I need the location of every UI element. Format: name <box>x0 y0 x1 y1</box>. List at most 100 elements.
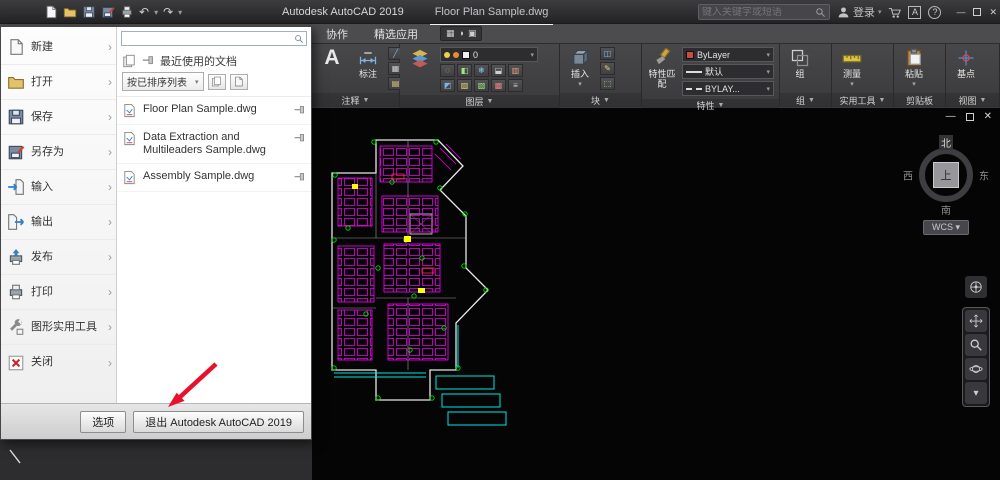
layer-walk-icon[interactable]: ▨ <box>457 79 472 92</box>
insert-block-button[interactable]: 插入 ▾ <box>564 47 596 89</box>
menu-item-save[interactable]: 保存 › <box>1 100 116 135</box>
help-search-input[interactable] <box>702 7 815 18</box>
navbar-more-button[interactable]: ▾ <box>965 382 987 404</box>
layer-isolate-icon[interactable]: ◧ <box>457 64 472 77</box>
recent-doc-floor-plan[interactable]: Floor Plan Sample.dwg <box>117 97 311 125</box>
menu-item-publish[interactable]: 发布 › <box>1 240 116 275</box>
lineweight-select[interactable]: 默认 ▾ <box>682 64 774 79</box>
layer-freeze-icon[interactable]: ❄ <box>474 64 489 77</box>
viewcube-north-label[interactable]: 北 <box>939 135 953 150</box>
layer-merge-icon[interactable]: ▧ <box>474 79 489 92</box>
zoom-button[interactable] <box>965 334 987 356</box>
minimize-button[interactable]: — <box>956 7 965 17</box>
pin-icon[interactable] <box>293 104 306 117</box>
options-button[interactable]: 选项 <box>80 411 126 433</box>
small-icons-view-button[interactable] <box>208 74 226 90</box>
viewcube-compass[interactable]: 上 北 南 西 东 <box>915 144 977 206</box>
save-icon[interactable] <box>82 5 96 19</box>
menu-item-open[interactable]: 打开 › <box>1 65 116 100</box>
viewcube-east-label[interactable]: 东 <box>979 168 989 183</box>
layer-prev-icon[interactable]: ◩ <box>440 79 455 92</box>
recent-doc-data-extraction[interactable]: Data Extraction and Multileaders Sample.… <box>117 125 311 164</box>
viewcube-south-label[interactable]: 南 <box>941 202 951 217</box>
contrast-icon[interactable]: ◑ <box>459 28 464 39</box>
open-file-icon[interactable] <box>63 5 77 19</box>
qat-customize-icon[interactable]: ▾ <box>178 8 182 17</box>
viewcube[interactable]: 上 北 南 西 东 WCS ▾ <box>908 134 984 235</box>
menu-item-new[interactable]: 新建 › <box>1 30 116 65</box>
panel-label-layers[interactable]: 图层 ▼ <box>400 95 559 108</box>
sort-order-dropdown[interactable]: 按已排序列表 ▾ <box>122 72 204 91</box>
layer-properties-button[interactable] <box>404 47 436 69</box>
measure-button[interactable]: 测量 ▾ <box>836 47 868 89</box>
layer-delete-icon[interactable]: ▩ <box>491 79 506 92</box>
linetype-select[interactable]: BYLAY... ▾ <box>682 81 774 96</box>
drawing-canvas[interactable]: — ✕ <box>312 108 1000 480</box>
panel-label-block[interactable]: 块 ▼ <box>560 93 641 107</box>
box-icon[interactable]: ▣ <box>468 28 477 39</box>
match-properties-button[interactable]: 特性匹配 <box>646 47 678 90</box>
panel-label-group[interactable]: 组 ▼ <box>780 93 831 107</box>
panel-label-view[interactable]: 视图 ▼ <box>946 93 999 107</box>
recent-doc-assembly[interactable]: Assembly Sample.dwg <box>117 164 311 192</box>
panel-label-utilities[interactable]: 实用工具 ▼ <box>832 93 893 107</box>
mtext-button[interactable]: A <box>316 47 348 69</box>
grid-icon[interactable]: ▦ <box>446 28 455 39</box>
layer-state-icon[interactable]: ≡ <box>508 79 523 92</box>
search-icon[interactable] <box>294 34 304 44</box>
redo-icon[interactable]: ↷ <box>163 5 173 19</box>
paste-button[interactable]: 粘贴 ▾ <box>898 47 930 89</box>
new-file-icon[interactable] <box>44 5 58 19</box>
dimension-button[interactable]: 标注 <box>352 47 384 80</box>
plot-icon[interactable] <box>120 5 134 19</box>
layer-select[interactable]: 0 ▾ <box>440 47 538 62</box>
restore-button[interactable] <box>973 8 981 16</box>
recent-docs-icon[interactable] <box>122 54 136 68</box>
menu-item-import[interactable]: 输入 › <box>1 170 116 205</box>
pin-icon[interactable] <box>293 132 306 145</box>
doc-close-icon[interactable]: ✕ <box>984 111 992 122</box>
orbit-button[interactable] <box>965 358 987 380</box>
tab-collaborate[interactable]: 协作 <box>322 24 352 44</box>
help-button[interactable]: ? <box>928 6 941 19</box>
block-editor-icon[interactable]: ⬚ <box>600 77 615 90</box>
undo-icon[interactable]: ↶ <box>139 5 149 19</box>
chevron-down-icon[interactable]: ▾ <box>154 8 158 17</box>
search-icon[interactable] <box>815 7 826 18</box>
close-button[interactable]: ✕ <box>989 7 997 18</box>
save-as-icon[interactable] <box>101 5 115 19</box>
pan-button[interactable] <box>965 310 987 332</box>
panel-label-annotation[interactable]: 注释 ▼ <box>312 93 399 107</box>
color-select[interactable]: ByLayer ▾ <box>682 47 774 62</box>
layer-lock-icon[interactable]: ⬓ <box>491 64 506 77</box>
wcs-dropdown[interactable]: WCS ▾ <box>923 220 969 235</box>
create-block-icon[interactable]: ◫ <box>600 47 615 60</box>
store-button[interactable] <box>888 6 901 19</box>
pin-icon[interactable] <box>293 171 306 184</box>
doc-minimize-icon[interactable]: — <box>946 111 956 122</box>
menu-item-export[interactable]: 输出 › <box>1 205 116 240</box>
doc-restore-icon[interactable] <box>966 113 974 121</box>
panel-label-clipboard[interactable]: 剪贴板 <box>894 93 945 107</box>
group-button[interactable]: 组 <box>784 47 816 80</box>
viewcube-top-face[interactable]: 上 <box>933 162 959 188</box>
exchange-apps-button[interactable]: A <box>908 6 921 19</box>
panel-label-properties[interactable]: 特性 ▼ <box>642 99 779 112</box>
pinned-docs-icon[interactable] <box>141 54 155 68</box>
menu-item-close[interactable]: 关闭 › <box>1 345 116 380</box>
layer-off-icon[interactable]: ◌ <box>440 64 455 77</box>
menu-item-save-as[interactable]: 另存为 › <box>1 135 116 170</box>
steering-wheel-button[interactable] <box>965 276 987 298</box>
layer-match-icon[interactable]: ▥ <box>508 64 523 77</box>
tab-featured-apps[interactable]: 精选应用 <box>370 24 422 44</box>
menu-search-input[interactable] <box>124 33 294 44</box>
exit-button[interactable]: 退出 Autodesk AutoCAD 2019 <box>133 411 304 433</box>
menu-item-print[interactable]: 打印 › <box>1 275 116 310</box>
edit-attribute-icon[interactable]: ✎ <box>600 62 615 75</box>
chevron-down-icon: ▾ <box>878 8 882 16</box>
base-button[interactable]: 基点 <box>950 47 982 80</box>
preview-view-button[interactable] <box>230 74 248 90</box>
menu-item-drawing-utilities[interactable]: 图形实用工具 › <box>1 310 116 345</box>
viewcube-west-label[interactable]: 西 <box>903 168 913 183</box>
signin-button[interactable]: 登录 ▾ <box>837 4 882 20</box>
